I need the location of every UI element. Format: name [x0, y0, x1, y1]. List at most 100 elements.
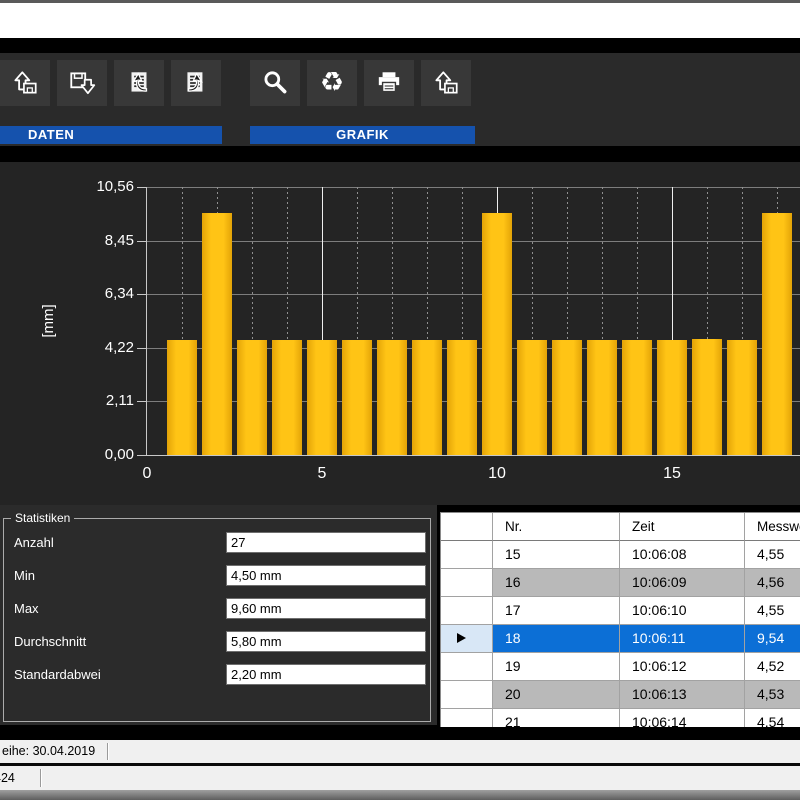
cell-nr[interactable]: 16 — [493, 569, 620, 597]
load-data-icon — [10, 68, 40, 98]
row-header-column[interactable] — [441, 513, 493, 541]
menubar — [0, 3, 800, 38]
statistics-groupbox-title: Statistiken — [11, 511, 74, 525]
cell-nr[interactable]: 19 — [493, 653, 620, 681]
y-tick-mark — [137, 294, 146, 295]
toolbar-group-label-grafik: GRAFIK — [250, 126, 475, 144]
save-graphic-button[interactable] — [421, 60, 471, 106]
row-header[interactable] — [441, 709, 493, 727]
cell-messwert[interactable]: 4,55 — [745, 597, 800, 625]
bar — [692, 339, 722, 455]
statusbar-primary: eihe: 30.04.2019 — [0, 740, 800, 763]
cell-messwert[interactable]: 9,54 — [745, 625, 800, 653]
y-tick-label: 10,56 — [64, 178, 134, 196]
statusbar-secondary: 424 — [0, 766, 800, 790]
cell-messwert[interactable]: 4,56 — [745, 569, 800, 597]
load-data-button[interactable] — [0, 60, 50, 106]
gridline-horizontal — [146, 187, 800, 188]
row-header[interactable] — [441, 541, 493, 569]
toolbar-group-grafik: ♻ GRAFIK — [250, 53, 475, 146]
toolbar-group-label-daten: DATEN — [0, 126, 222, 144]
y-axis-line — [146, 187, 147, 456]
table-row[interactable]: 1710:06:104,55 — [441, 597, 800, 625]
statistics-groupbox: Statistiken AnzahlMinMaxDurchschnittStan… — [3, 518, 431, 722]
cell-messwert[interactable]: 4,53 — [745, 681, 800, 709]
separator-band — [0, 146, 800, 162]
table-row[interactable]: 2010:06:134,53 — [441, 681, 800, 709]
cell-zeit[interactable]: 10:06:14 — [620, 709, 745, 727]
row-header[interactable] — [441, 597, 493, 625]
cell-nr[interactable]: 18 — [493, 625, 620, 653]
y-tick-mark — [137, 187, 146, 188]
gridline-horizontal — [146, 241, 800, 242]
cell-messwert[interactable]: 4,55 — [745, 541, 800, 569]
y-tick-label: 4,22 — [64, 339, 134, 357]
column-header-messwert[interactable]: Messwert — [745, 513, 800, 541]
y-axis-title: [mm] — [36, 299, 62, 343]
bar — [202, 213, 232, 455]
measurements-table[interactable]: Nr.ZeitMesswert1510:06:084,551610:06:094… — [440, 512, 800, 727]
x-tick-label: 5 — [305, 465, 339, 483]
table-row[interactable]: 1810:06:119,54 — [441, 625, 800, 653]
save-data-button[interactable] — [57, 60, 107, 106]
stat-value-max-input[interactable] — [226, 598, 426, 619]
table-row[interactable]: 2110:06:144,54 — [441, 709, 800, 727]
y-tick-mark — [137, 455, 146, 456]
bar — [587, 340, 617, 455]
row-header[interactable] — [441, 681, 493, 709]
bar — [272, 340, 302, 455]
column-header-zeit[interactable]: Zeit — [620, 513, 745, 541]
table-row[interactable]: 1910:06:124,52 — [441, 653, 800, 681]
statusbar-separator — [107, 743, 109, 760]
y-tick-mark — [137, 348, 146, 349]
cell-zeit[interactable]: 10:06:12 — [620, 653, 745, 681]
statusbar-count: 424 — [0, 766, 15, 790]
cell-nr[interactable]: 15 — [493, 541, 620, 569]
separator-band — [0, 38, 800, 53]
bar — [622, 340, 652, 455]
stat-value-standardabwei-input[interactable] — [226, 664, 426, 685]
gridline-horizontal — [146, 294, 800, 295]
cell-nr[interactable]: 20 — [493, 681, 620, 709]
cell-messwert[interactable]: 4,52 — [745, 653, 800, 681]
row-header[interactable] — [441, 569, 493, 597]
export-data-button[interactable] — [171, 60, 221, 106]
refresh-button[interactable]: ♻ — [307, 60, 357, 106]
y-tick-label: 2,11 — [64, 392, 134, 410]
x-axis-line — [146, 455, 800, 456]
bar — [482, 213, 512, 455]
cell-zeit[interactable]: 10:06:08 — [620, 541, 745, 569]
table-header-row: Nr.ZeitMesswert — [441, 513, 800, 541]
bar — [167, 340, 197, 455]
cell-nr[interactable]: 17 — [493, 597, 620, 625]
cell-zeit[interactable]: 10:06:11 — [620, 625, 745, 653]
stat-label-durchschnitt: Durchschnitt — [14, 631, 86, 652]
bar — [727, 340, 757, 455]
zoom-button[interactable] — [250, 60, 300, 106]
stat-label-standardabwei: Standardabwei — [14, 664, 101, 685]
row-header[interactable] — [441, 653, 493, 681]
x-tick-label: 0 — [130, 465, 164, 483]
refresh-icon: ♻ — [320, 61, 344, 105]
bar — [412, 340, 442, 455]
y-tick-label: 6,34 — [64, 285, 134, 303]
print-button[interactable] — [364, 60, 414, 106]
table-row[interactable]: 1510:06:084,55 — [441, 541, 800, 569]
column-header-nr[interactable]: Nr. — [493, 513, 620, 541]
table-row[interactable]: 1610:06:094,56 — [441, 569, 800, 597]
export-data-icon — [181, 68, 211, 98]
bar — [762, 213, 792, 455]
cell-zeit[interactable]: 10:06:10 — [620, 597, 745, 625]
import-data-icon — [124, 68, 154, 98]
cell-zeit[interactable]: 10:06:13 — [620, 681, 745, 709]
stat-value-durchschnitt-input[interactable] — [226, 631, 426, 652]
cell-nr[interactable]: 21 — [493, 709, 620, 727]
statusbar-series-date: eihe: 30.04.2019 — [2, 740, 95, 763]
row-header[interactable] — [441, 625, 493, 653]
stat-value-anzahl-input[interactable] — [226, 532, 426, 553]
import-data-button[interactable] — [114, 60, 164, 106]
bar — [552, 340, 582, 455]
cell-zeit[interactable]: 10:06:09 — [620, 569, 745, 597]
cell-messwert[interactable]: 4,54 — [745, 709, 800, 727]
stat-value-min-input[interactable] — [226, 565, 426, 586]
